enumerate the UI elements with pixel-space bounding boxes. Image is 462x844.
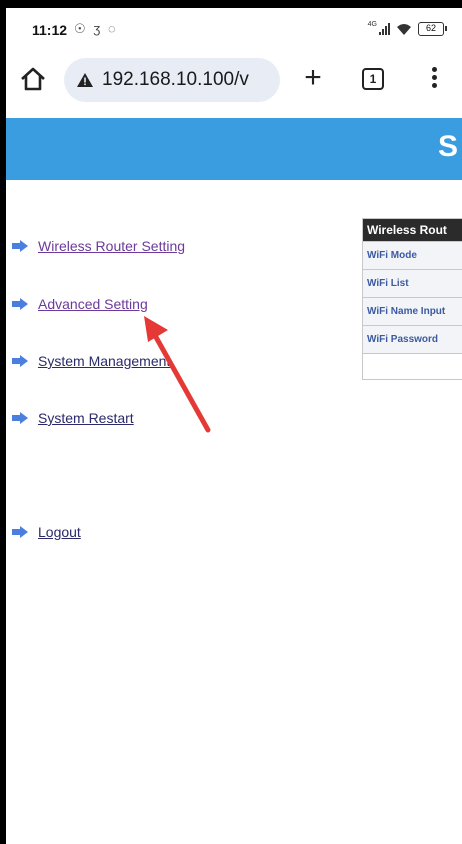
arrow-right-icon [12,240,28,252]
nav-item-advanced-setting[interactable]: Advanced Setting [12,296,148,312]
arrow-right-icon [12,526,28,538]
nav-item-wireless-router-setting[interactable]: Wireless Router Setting [12,238,185,254]
address-bar[interactable]: 192.168.10.100/v [64,58,280,102]
system-icons: 4G 62 [367,20,447,38]
nav-link-logout[interactable]: Logout [38,524,81,540]
wifi-list-label: WiFi List [363,269,462,297]
nav-link-system-restart[interactable]: System Restart [38,410,134,426]
nav-link-advanced-setting[interactable]: Advanced Setting [38,296,148,312]
browser-toolbar: 192.168.10.100/v + 1 [6,52,462,106]
nav-item-logout[interactable]: Logout [12,524,81,540]
wireless-settings-table: Wireless Rout WiFi Mode WiFi List WiFi N… [362,218,462,380]
url-text[interactable]: 192.168.10.100/v [102,69,272,91]
wifi-name-input-label: WiFi Name Input [363,297,462,325]
settings-table-title: Wireless Rout [363,219,462,241]
arrow-right-icon [12,412,28,424]
tabs-icon[interactable]: 1 [362,68,384,90]
more-menu-icon[interactable] [428,64,440,94]
settings-action-row [363,353,462,379]
warning-icon[interactable] [76,72,94,88]
annotation-arrow-icon [144,316,211,433]
home-icon[interactable] [16,62,50,96]
signal-icon [379,23,390,35]
page-header: S [6,118,462,180]
battery-icon: 62 [418,22,447,36]
arrow-right-icon [12,298,28,310]
status-bar: 11:12 ☉ ʒ ◌ 4G 62 [6,8,462,48]
status-time: 11:12 [32,22,68,38]
page-header-title: S [437,130,458,163]
wifi-mode-label: WiFi Mode [363,241,462,269]
arrow-right-icon [12,355,28,367]
nav-link-wireless-router-setting[interactable]: Wireless Router Setting [38,238,185,254]
notification-icons: ☉ ʒ ◌ [74,21,118,36]
new-tab-plus-icon[interactable]: + [298,60,328,96]
wifi-password-label: WiFi Password [363,325,462,353]
wifi-icon [397,24,411,35]
network-type-label: 4G [367,20,377,28]
nav-item-system-restart[interactable]: System Restart [12,410,134,426]
phone-screen: 11:12 ☉ ʒ ◌ 4G 62 192.168.10.100/v + 1 S… [6,8,462,844]
